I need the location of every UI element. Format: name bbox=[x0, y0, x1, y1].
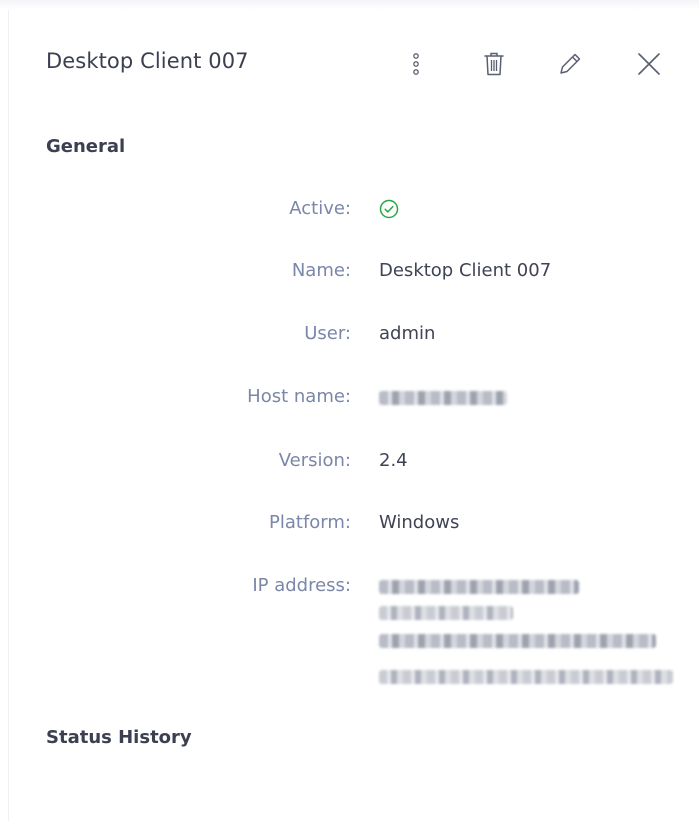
check-circle-icon bbox=[379, 199, 399, 219]
close-button[interactable] bbox=[631, 46, 667, 82]
field-user: User: admin bbox=[0, 323, 699, 353]
field-user-label: User: bbox=[304, 323, 351, 344]
field-platform: Platform: Windows bbox=[0, 512, 699, 542]
ip-address-redacted-line-2 bbox=[379, 606, 513, 620]
panel-title: Desktop Client 007 bbox=[46, 49, 249, 73]
field-platform-value: Windows bbox=[379, 512, 460, 533]
trash-icon bbox=[484, 52, 504, 76]
close-icon bbox=[638, 53, 660, 75]
field-host-name: Host name: bbox=[0, 386, 699, 416]
field-user-value: admin bbox=[379, 323, 436, 344]
field-ip-address: IP address: bbox=[0, 575, 699, 605]
field-version: Version: 2.4 bbox=[0, 450, 699, 480]
section-status-history-heading: Status History bbox=[46, 727, 192, 748]
delete-button[interactable] bbox=[476, 46, 512, 82]
field-active: Active: bbox=[0, 198, 699, 228]
field-name-label: Name: bbox=[291, 260, 351, 281]
field-platform-label: Platform: bbox=[269, 512, 351, 533]
pencil-icon bbox=[560, 53, 581, 74]
field-host-name-label: Host name: bbox=[247, 386, 351, 407]
more-options-button[interactable] bbox=[398, 46, 434, 82]
field-ip-address-label: IP address: bbox=[252, 575, 351, 596]
field-name: Name: Desktop Client 007 bbox=[0, 260, 699, 290]
field-version-label: Version: bbox=[278, 450, 351, 471]
kebab-vertical-icon bbox=[413, 53, 419, 75]
host-name-redacted-value bbox=[379, 391, 507, 405]
section-general-heading: General bbox=[46, 136, 126, 157]
panel-header: Desktop Client 007 bbox=[46, 46, 669, 82]
field-name-value: Desktop Client 007 bbox=[379, 260, 552, 281]
ip-address-redacted-line-1 bbox=[379, 580, 579, 594]
edit-button[interactable] bbox=[552, 46, 588, 82]
ip-address-redacted-line-4 bbox=[379, 670, 673, 684]
ip-address-redacted-line-3 bbox=[379, 634, 656, 648]
panel-top-shadow bbox=[0, 0, 699, 10]
field-version-value: 2.4 bbox=[379, 450, 408, 471]
active-status bbox=[379, 199, 399, 224]
field-active-label: Active: bbox=[289, 198, 351, 219]
